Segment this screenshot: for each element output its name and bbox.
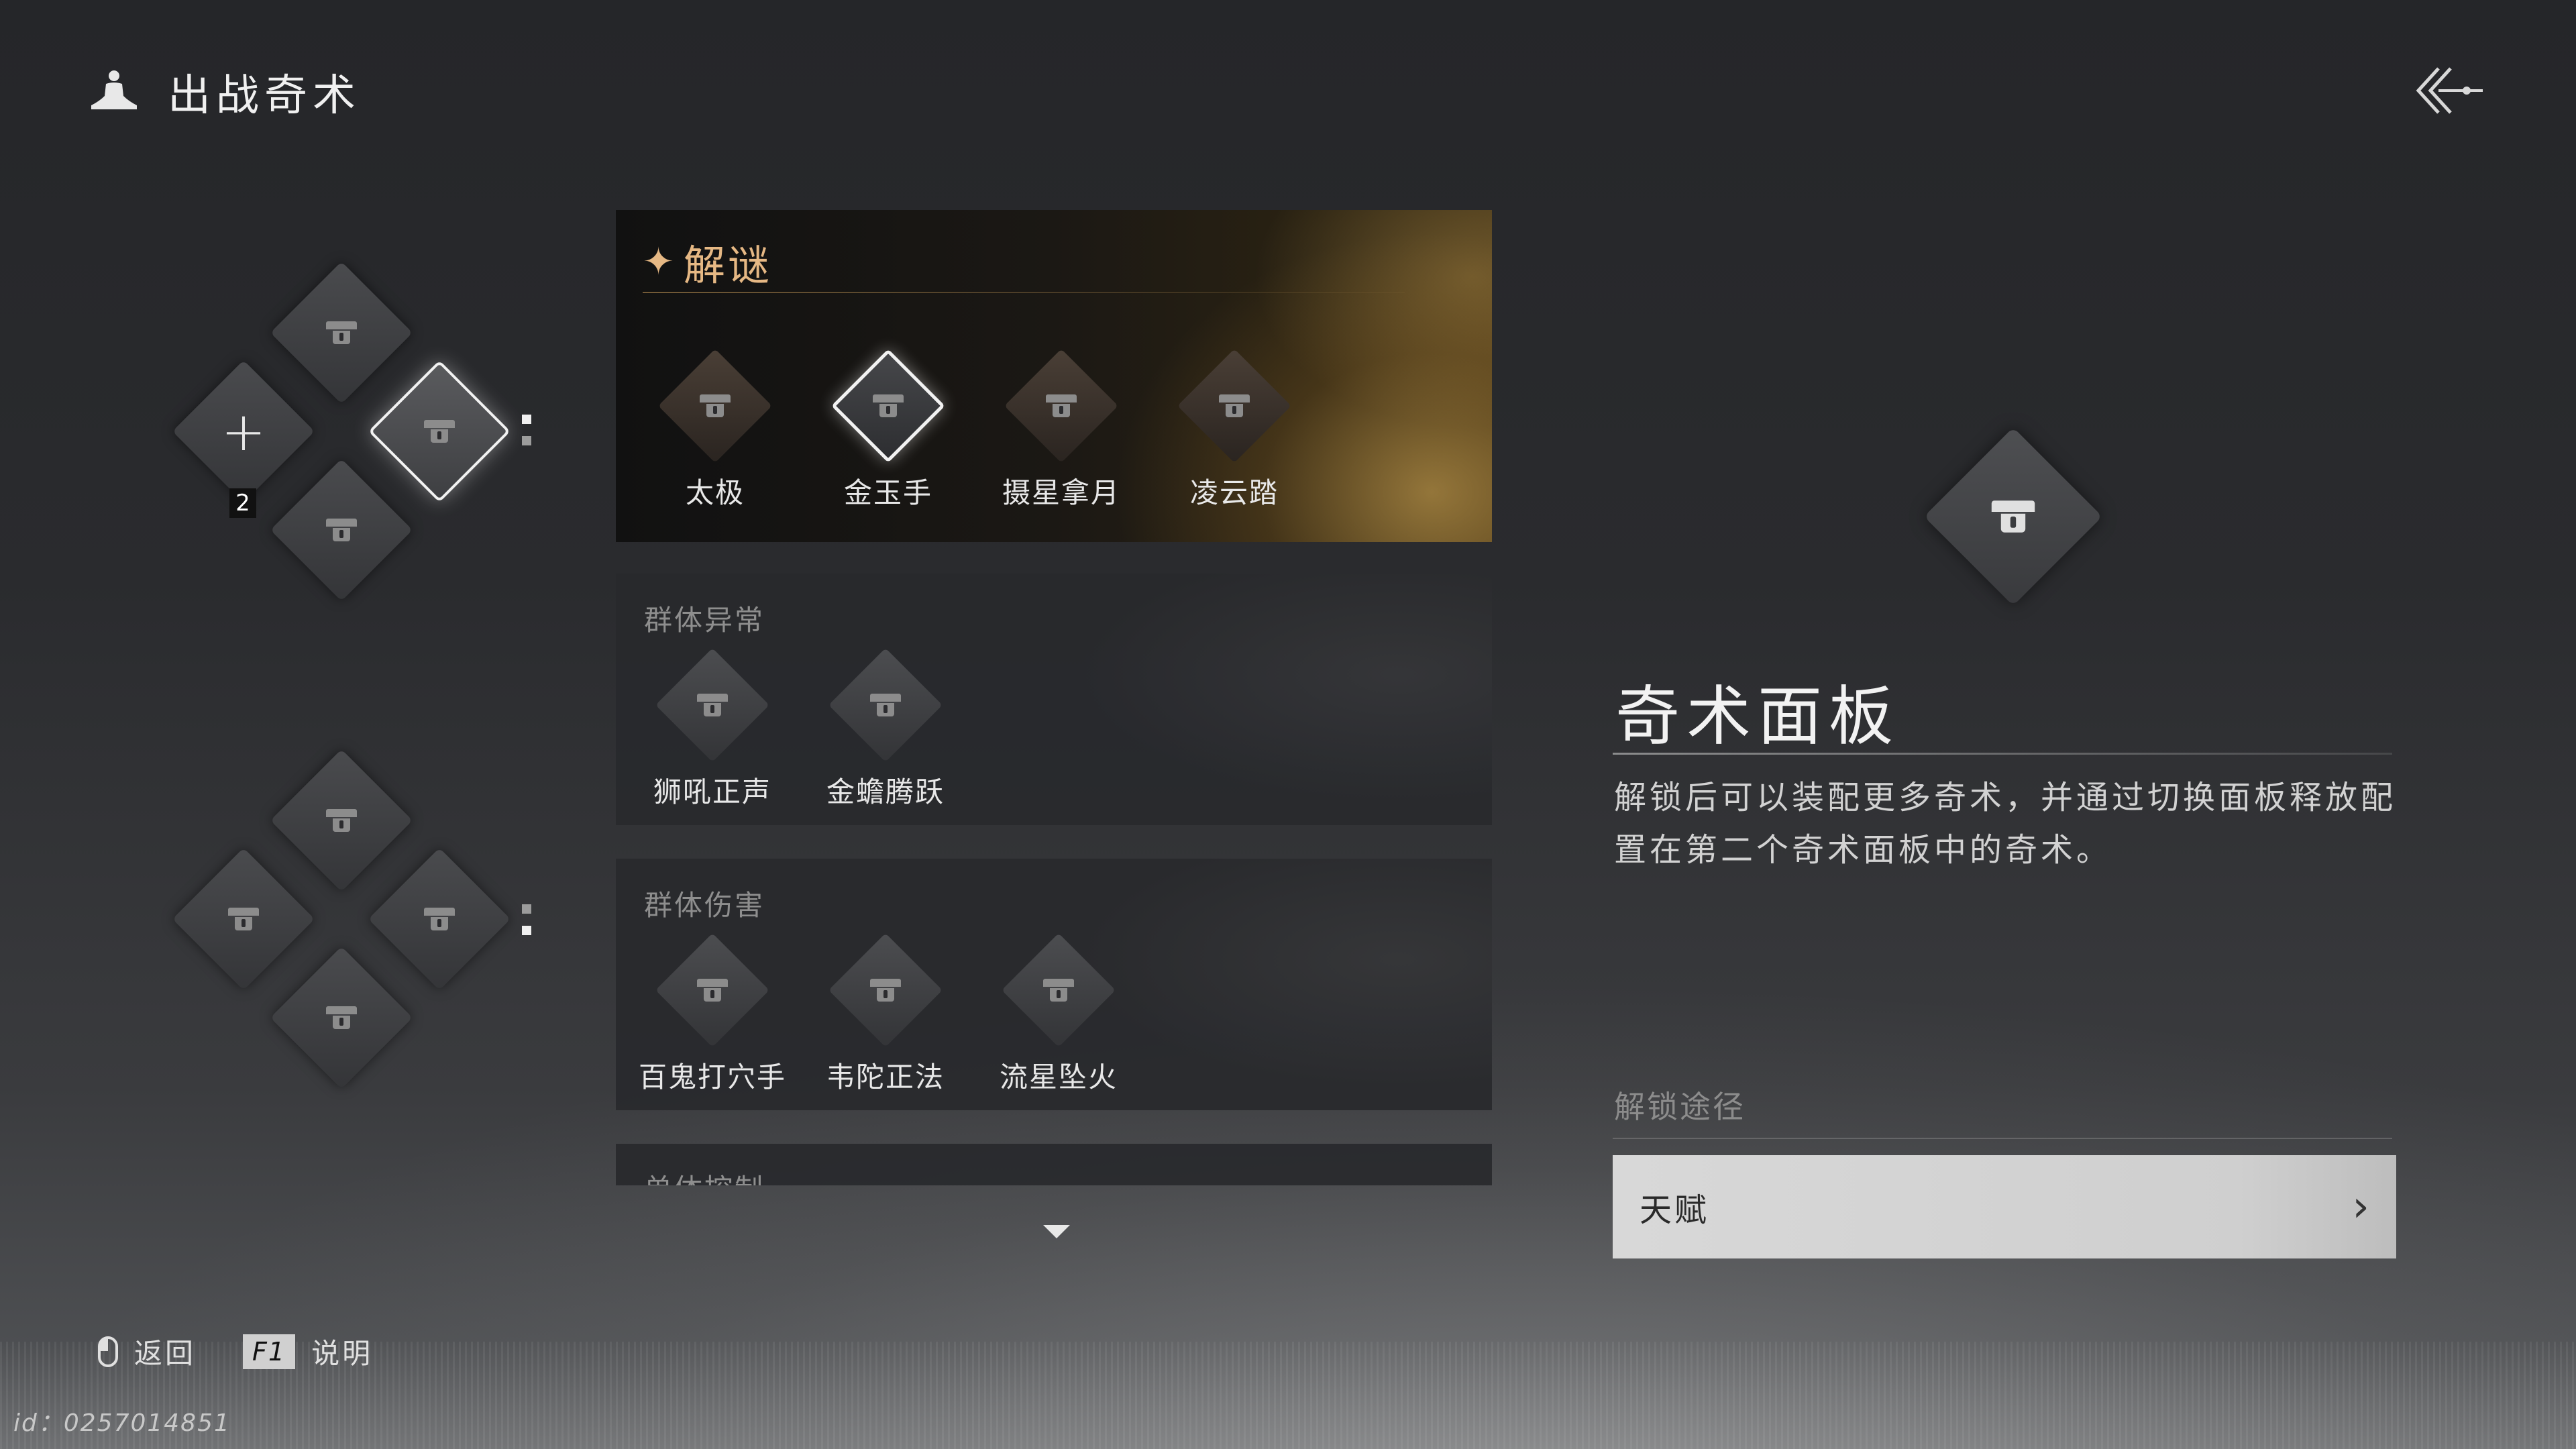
- unlock-path-label: 解锁途径: [1614, 1089, 1746, 1125]
- help-hint-label[interactable]: 说明: [311, 1331, 373, 1372]
- detail-divider: [1613, 753, 2392, 755]
- chevron-right-icon: ›: [2352, 1182, 2369, 1232]
- lock-icon: [1043, 979, 1074, 1002]
- plus-icon: +: [221, 400, 266, 463]
- lock-icon: [697, 694, 728, 716]
- lock-icon: [326, 321, 357, 344]
- page-header: 出战奇术: [87, 62, 361, 122]
- indicator-dot: [522, 904, 531, 914]
- section-divider: [643, 292, 1405, 293]
- skill-taiji[interactable]: 太极: [641, 349, 789, 511]
- indicator-dot: [522, 415, 531, 424]
- slot-bottom[interactable]: [270, 458, 413, 602]
- skill-name: 狮吼正声: [653, 775, 771, 808]
- meditation-icon: [91, 70, 137, 109]
- skill-name: 摄星拿月: [1002, 476, 1120, 509]
- skill-jinchantengyue[interactable]: 金蟾腾跃: [812, 648, 959, 810]
- unlock-option-label: 天赋: [1640, 1191, 1710, 1229]
- skill-name: 金蟾腾跃: [826, 775, 945, 808]
- section-header: ✦ 解谜: [643, 231, 772, 292]
- shexingnayue-icon: [1046, 394, 1077, 417]
- bamboo-background: [1022, 574, 1492, 825]
- indicator-dot: [522, 926, 531, 935]
- panel-indicator-dots-2: [522, 904, 531, 947]
- slot-count-badge: 2: [229, 488, 256, 518]
- scroll-down-icon[interactable]: [1043, 1225, 1070, 1238]
- player-uid: id：0257014851: [13, 1409, 231, 1437]
- unlock-option-button[interactable]: 天赋 ›: [1613, 1155, 2396, 1258]
- skill-name: 流星坠火: [999, 1061, 1118, 1093]
- indicator-dot: [522, 436, 531, 445]
- lingyunta-icon: [1219, 394, 1250, 417]
- skill-shihouzhengsheng[interactable]: 狮吼正声: [639, 648, 786, 810]
- back-hint-label[interactable]: 返回: [134, 1331, 196, 1372]
- jinyushou-icon: [873, 394, 904, 417]
- lock-icon: [424, 420, 455, 443]
- skill-name: 韦陀正法: [826, 1061, 945, 1093]
- f1-key-badge: F1: [243, 1334, 296, 1369]
- skill-liuxingzhuihuo[interactable]: 流星坠火: [985, 933, 1132, 1095]
- skill-shexingnayue[interactable]: 摄星拿月: [987, 349, 1135, 511]
- category-title: 群体伤害: [644, 889, 765, 922]
- detail-description: 解锁后可以装配更多奇术，并通过切换面板释放配置在第二个奇术面板中的奇术。: [1614, 779, 2397, 869]
- lock-icon: [870, 979, 901, 1002]
- category-single-control: 单体控制: [616, 1144, 1492, 1185]
- panel-indicator-dots-1: [522, 415, 531, 458]
- lock-icon: [326, 519, 357, 541]
- category-title: 群体异常: [644, 604, 765, 637]
- skill-weituozhengfa[interactable]: 韦陀正法: [812, 933, 959, 1095]
- skill-name: 金玉手: [843, 476, 932, 509]
- skill-name: 凌云踏: [1189, 476, 1279, 509]
- mouse-icon: [98, 1336, 118, 1367]
- skill-name: 太极: [685, 476, 745, 509]
- section-title: 解谜: [683, 241, 772, 290]
- skill-jinyushou[interactable]: 金玉手: [814, 349, 962, 511]
- page-title: 出战奇术: [168, 71, 361, 121]
- skill-lingyunta[interactable]: 凌云踏: [1161, 349, 1308, 511]
- back-arrow-icon[interactable]: [2412, 60, 2485, 121]
- category-group-status: 群体异常 狮吼正声 金蟾腾跃: [616, 574, 1492, 825]
- taiji-icon: [700, 394, 731, 417]
- footer-hints: 返回 F1 说明: [98, 1331, 373, 1372]
- lock-icon: [424, 908, 455, 930]
- lock-icon: [228, 908, 259, 930]
- slot-bottom-2[interactable]: [270, 946, 413, 1089]
- skill-baiguidaxueshou[interactable]: 百鬼打穴手: [639, 933, 787, 1095]
- lock-icon: [1992, 500, 2035, 533]
- category-title: 单体控制: [644, 1167, 765, 1185]
- sparkle-icon: ✦: [643, 239, 674, 284]
- lock-icon: [326, 1006, 357, 1029]
- lock-icon: [697, 979, 728, 1002]
- ground-texture: [0, 1342, 2576, 1449]
- lock-icon: [870, 694, 901, 716]
- detail-title: 奇术面板: [1615, 679, 1900, 754]
- skill-name: 百鬼打穴手: [639, 1061, 787, 1093]
- unlock-divider: [1613, 1138, 2392, 1139]
- lock-icon: [326, 809, 357, 832]
- detail-preview-diamond: [1924, 427, 2102, 606]
- category-group-damage: 群体伤害 百鬼打穴手 韦陀正法 流星坠火: [616, 859, 1492, 1110]
- category-puzzle: ✦ 解谜 太极 金玉手 摄星拿月 凌云踏: [616, 210, 1492, 542]
